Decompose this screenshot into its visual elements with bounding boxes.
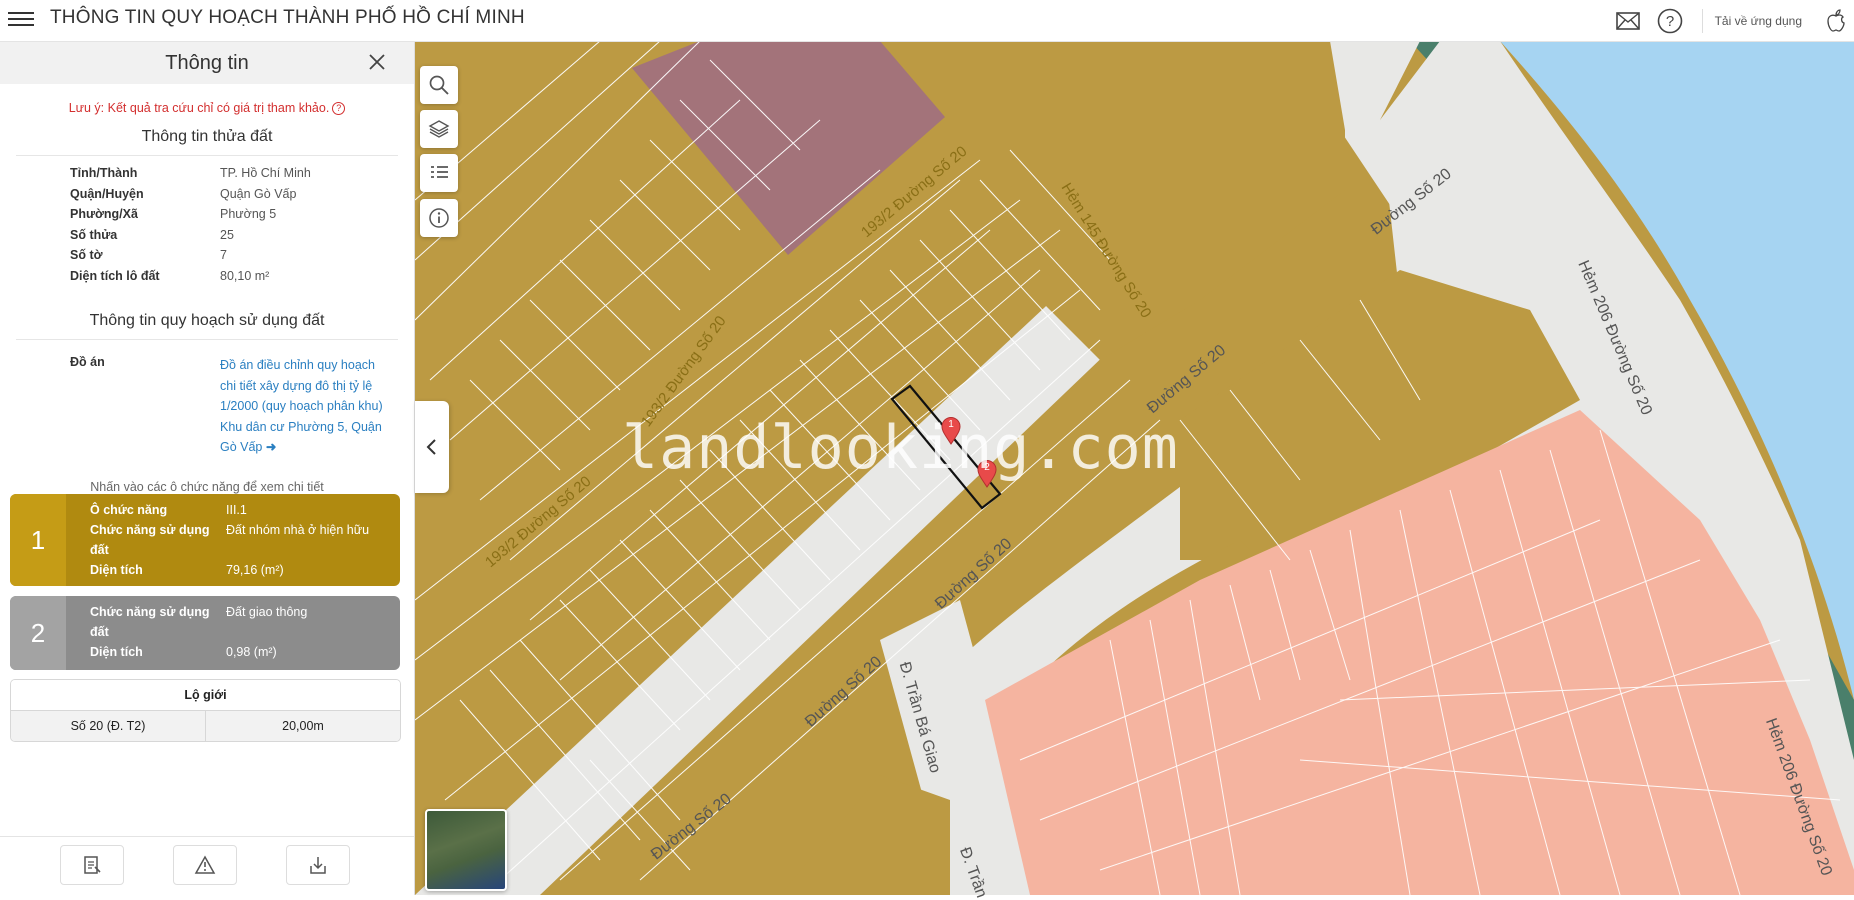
plan-link-text[interactable]: Đồ án điều chỉnh quy hoạch chi tiết xây … xyxy=(220,358,383,454)
arrow-right-icon: ➜ xyxy=(265,440,277,454)
function-key: Chức năng sử dụng đất xyxy=(90,605,210,639)
parcel-value: 7 xyxy=(220,248,227,262)
menu-icon[interactable] xyxy=(8,8,34,30)
function-key: Ô chức năng xyxy=(90,503,168,517)
lo-gioi-table: Lộ giới Số 20 (Đ. T2) 20,00m xyxy=(10,679,401,742)
lo-gioi-row: Số 20 (Đ. T2) 20,00m xyxy=(11,711,400,741)
warning-icon xyxy=(194,855,216,874)
parcel-value: TP. Hồ Chí Minh xyxy=(220,166,311,180)
parcel-value: Quận Gò Vấp xyxy=(220,186,297,201)
plan-link[interactable]: Đồ án điều chỉnh quy hoạch chi tiết xây … xyxy=(220,355,385,458)
function-details: Ô chức năng III.1 Chức năng sử dụng đất Đấ… xyxy=(66,494,400,586)
chevron-left-icon xyxy=(426,439,436,455)
disclaimer-text: Lưu ý: Kết quả tra cứu chỉ có giá trị th… xyxy=(68,101,330,115)
function-value: Đất nhóm nhà ở hiện hữu xyxy=(226,523,370,537)
function-row: Diện tích 79,16 (m²) xyxy=(90,560,400,580)
function-value: Đất giao thông xyxy=(226,605,308,619)
parcel-row-sheet-number: Số tờ 7 xyxy=(70,248,414,269)
download-app-link[interactable]: Tải về ứng dụng xyxy=(1715,14,1802,28)
search-icon xyxy=(429,75,449,95)
map-legend-button[interactable] xyxy=(420,154,458,192)
collapse-panel-button[interactable] xyxy=(415,401,449,493)
panel-footer xyxy=(0,836,414,895)
parcel-value: 25 xyxy=(220,227,234,242)
app-title: THÔNG TIN QUY HOẠCH THÀNH PHỐ HỒ CHÍ MIN… xyxy=(50,7,525,28)
parcel-label: Số thửa xyxy=(70,227,118,242)
function-key: Diện tích xyxy=(90,563,143,577)
lo-gioi-street: Số 20 (Đ. T2) xyxy=(11,711,206,741)
lo-gioi-width: 20,00m xyxy=(282,719,324,733)
top-right-actions: ? Tải về ứng dụng xyxy=(1614,0,1854,41)
plan-label: Đồ án xyxy=(70,355,105,369)
help-icon[interactable]: ? xyxy=(1656,7,1684,35)
parcel-value: 80,10 m² xyxy=(220,268,270,283)
panel-header: Thông tin xyxy=(0,41,414,84)
parcel-marker-2[interactable]: 2 xyxy=(977,460,997,488)
marker-number: 1 xyxy=(948,419,954,430)
info-icon xyxy=(429,208,449,228)
parcel-section-title: Thông tin thửa đất xyxy=(16,115,398,156)
function-value: 0,98 (m²) xyxy=(226,645,277,659)
info-panel: Thông tin Lưu ý: Kết quả tra cứu chỉ có … xyxy=(0,41,415,895)
layers-icon xyxy=(428,120,450,138)
parcel-row-lot-number: Số thửa 25 xyxy=(70,228,414,249)
report-button[interactable] xyxy=(173,845,237,885)
parcel-label: Phường/Xã xyxy=(70,207,138,221)
mail-icon[interactable] xyxy=(1614,7,1642,35)
map-layers-button[interactable] xyxy=(420,110,458,148)
parcel-info-table: Tỉnh/Thành TP. Hồ Chí Minh Quận/Huyện Quận… xyxy=(70,166,414,289)
panel-title: Thông tin xyxy=(165,52,249,74)
function-value: 79,16 (m²) xyxy=(226,563,284,577)
download-button[interactable] xyxy=(286,845,350,885)
satellite-toggle[interactable] xyxy=(425,809,507,891)
plan-section-title: Thông tin quy hoạch sử dụng đất xyxy=(16,299,398,340)
parcel-row-district: Quận/Huyện Quận Gò Vấp xyxy=(70,187,414,208)
parcel-value: Phường 5 xyxy=(220,207,277,221)
function-key: Diện tích xyxy=(90,645,143,659)
function-key: Chức năng sử dụng đất xyxy=(90,523,210,557)
map-canvas[interactable] xyxy=(415,41,1854,895)
parcel-label: Quận/Huyện xyxy=(70,186,144,201)
parcel-marker-1[interactable]: 1 xyxy=(941,417,961,445)
function-hint: Nhấn vào các ô chức năng để xem chi tiết xyxy=(90,479,324,494)
document-button[interactable] xyxy=(60,845,124,885)
download-icon xyxy=(310,857,326,874)
function-card-1[interactable]: 1 Ô chức năng III.1 Chức năng sử dụng đất… xyxy=(10,494,400,586)
svg-text:?: ? xyxy=(1665,13,1673,30)
function-row: Chức năng sử dụng đất Đất nhóm nhà ở hiện… xyxy=(90,520,400,560)
parcel-label: Số tờ xyxy=(70,248,103,262)
parcel-label: Tỉnh/Thành xyxy=(70,166,138,180)
function-number: 1 xyxy=(10,494,66,586)
function-row: Diện tích 0,98 (m²) xyxy=(90,642,400,662)
map-search-button[interactable] xyxy=(420,66,458,104)
marker-number: 2 xyxy=(984,462,990,473)
function-value: III.1 xyxy=(226,503,247,517)
list-icon xyxy=(431,166,448,178)
info-question-icon[interactable]: ? xyxy=(332,102,346,115)
top-bar: THÔNG TIN QUY HOẠCH THÀNH PHỐ HỒ CHÍ MIN… xyxy=(0,0,1854,42)
lo-gioi-title: Lộ giới xyxy=(11,680,400,711)
parcel-row-province: Tỉnh/Thành TP. Hồ Chí Minh xyxy=(70,166,414,187)
parcel-label: Diện tích lô đất xyxy=(70,268,160,283)
parcel-row-ward: Phường/Xã Phường 5 xyxy=(70,207,414,228)
document-icon xyxy=(84,856,101,874)
close-icon[interactable] xyxy=(366,51,388,73)
parcel-row-area: Diện tích lô đất 80,10 m² xyxy=(70,269,414,290)
function-card-2[interactable]: 2 Chức năng sử dụng đất Đất giao thông Di… xyxy=(10,596,400,670)
function-row: Ô chức năng III.1 xyxy=(90,500,400,520)
map-info-button[interactable] xyxy=(420,199,458,237)
header-divider xyxy=(1701,8,1703,33)
plan-row: Đồ án Đồ án điều chỉnh quy hoạch chi tiế… xyxy=(70,355,414,458)
map-layer xyxy=(415,41,1854,895)
function-row: Chức năng sử dụng đất Đất giao thông xyxy=(90,602,400,642)
disclaimer-note: Lưu ý: Kết quả tra cứu chỉ có giá trị th… xyxy=(0,101,414,115)
function-details: Chức năng sử dụng đất Đất giao thông Diện… xyxy=(66,596,400,670)
function-number: 2 xyxy=(10,596,66,670)
apple-icon[interactable] xyxy=(1822,7,1850,35)
